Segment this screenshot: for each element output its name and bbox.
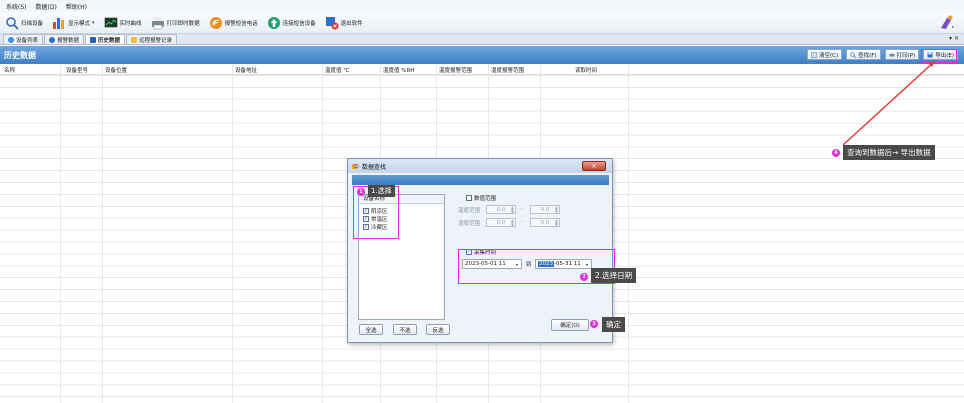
step4-arrow: [842, 60, 936, 146]
